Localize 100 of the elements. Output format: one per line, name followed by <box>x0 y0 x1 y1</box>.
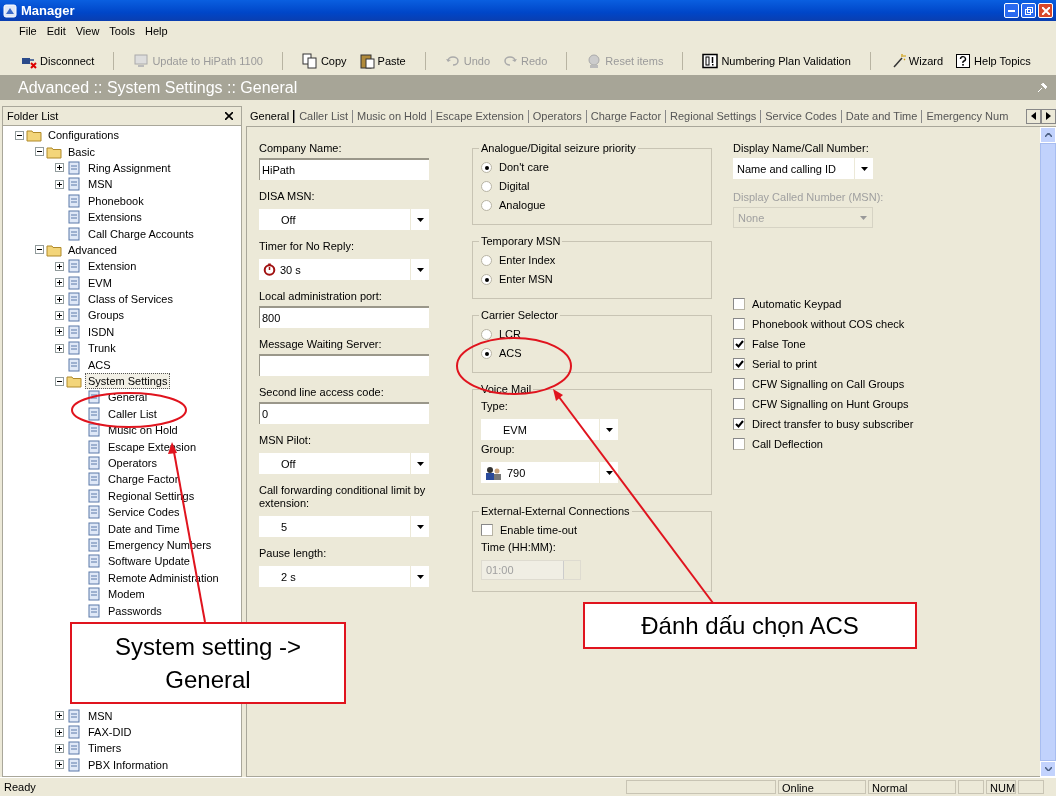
radio-button[interactable] <box>481 347 492 359</box>
tree-item[interactable]: MSN <box>85 176 116 193</box>
toolbar-button[interactable]: Paste <box>355 50 409 71</box>
tree-item[interactable]: Phonebook <box>85 192 147 209</box>
tree-item[interactable]: Operators <box>105 455 160 471</box>
menu-item[interactable]: Edit <box>45 25 67 37</box>
expand-icon[interactable] <box>55 327 64 337</box>
checkbox[interactable] <box>733 318 745 330</box>
text-field[interactable] <box>259 354 429 376</box>
tree-item[interactable]: Software Update <box>105 553 193 570</box>
dropdown[interactable]: 790 <box>481 462 618 483</box>
menu-item[interactable]: View <box>74 25 101 37</box>
close-button[interactable] <box>1038 3 1053 18</box>
radio-button[interactable] <box>481 328 492 340</box>
checkbox[interactable] <box>733 418 745 430</box>
expand-icon[interactable] <box>55 743 64 753</box>
expand-icon[interactable] <box>55 727 64 737</box>
toolbar-button[interactable]: Numbering Plan Validation <box>699 50 854 71</box>
text-field[interactable]: HiPath <box>259 158 429 180</box>
tab[interactable]: Charge Factor <box>585 109 666 123</box>
tree-item[interactable]: EVM <box>85 274 115 291</box>
tree-item[interactable]: Groups <box>85 307 128 324</box>
expand-icon[interactable] <box>55 278 64 288</box>
expand-icon[interactable] <box>55 179 64 189</box>
dropdown[interactable]: 5 <box>259 516 429 537</box>
scroll-left-button[interactable] <box>1026 108 1041 124</box>
tree-item[interactable]: Timers <box>85 740 125 757</box>
tree-item[interactable]: ACS <box>85 356 114 373</box>
tree-item[interactable]: Date and Time <box>105 520 183 537</box>
menu-item[interactable]: File <box>18 25 38 37</box>
tab[interactable]: Regional Settings <box>665 109 761 123</box>
tab[interactable]: Date and Time <box>840 109 922 123</box>
collapse-icon[interactable] <box>15 130 24 140</box>
expand-icon[interactable] <box>55 760 64 770</box>
tree-item[interactable]: Advanced <box>65 241 120 258</box>
minimize-button[interactable] <box>1004 3 1019 18</box>
tab[interactable]: Caller List <box>294 109 353 123</box>
tree-item[interactable]: Extension <box>85 258 140 275</box>
collapse-icon[interactable] <box>35 147 44 157</box>
tree-item[interactable]: Class of Services <box>85 291 176 308</box>
tree-item[interactable]: Ring Assignment <box>85 159 174 176</box>
tree-item[interactable]: Extensions <box>85 209 145 226</box>
tree-item[interactable]: FAX-DID <box>85 724 135 740</box>
expand-icon[interactable] <box>55 311 64 320</box>
tree-item[interactable]: Basic <box>65 143 98 160</box>
toolbar-button[interactable]: Wizard <box>886 50 947 71</box>
tree-item[interactable]: Charge Factor <box>105 471 182 488</box>
expand-icon[interactable] <box>55 343 64 353</box>
dropdown[interactable]: Name and calling ID <box>733 158 873 179</box>
tree-item[interactable]: ISDN <box>85 323 118 340</box>
radio-button[interactable] <box>481 180 492 192</box>
tab[interactable]: Operators <box>527 109 586 123</box>
tab[interactable]: General <box>246 109 295 123</box>
radio-button[interactable] <box>481 161 492 173</box>
scroll-right-button[interactable] <box>1041 108 1056 124</box>
dropdown[interactable]: 2 s <box>259 566 429 587</box>
radio-button[interactable] <box>481 254 492 266</box>
checkbox[interactable] <box>733 398 745 410</box>
tree-item[interactable]: Modem <box>105 586 148 603</box>
dropdown[interactable]: Off <box>259 209 429 230</box>
tab[interactable]: Music on Hold <box>352 109 431 123</box>
expand-icon[interactable] <box>55 294 64 304</box>
restore-button[interactable] <box>1021 3 1036 18</box>
toolbar-button[interactable]: Copy <box>298 50 350 71</box>
tree-item[interactable]: Configurations <box>45 127 122 144</box>
tree-item[interactable]: System Settings <box>85 373 171 390</box>
collapse-icon[interactable] <box>35 245 44 255</box>
expand-icon[interactable] <box>55 163 64 173</box>
tree-item[interactable]: Call Charge Accounts <box>85 225 197 242</box>
radio-button[interactable] <box>481 199 492 211</box>
checkbox[interactable] <box>733 338 745 350</box>
scrollbar[interactable] <box>1040 127 1056 777</box>
tree-item[interactable]: Passwords <box>105 602 165 619</box>
radio-button[interactable] <box>481 273 492 285</box>
menu-item[interactable]: Tools <box>108 25 137 37</box>
dropdown[interactable]: EVM <box>481 419 618 440</box>
tab[interactable]: Escape Extension <box>430 109 528 123</box>
tree-item[interactable]: Music on Hold <box>105 422 181 439</box>
expand-icon[interactable] <box>55 261 64 271</box>
tree-item[interactable]: Caller List <box>105 405 160 422</box>
menu-item[interactable]: Help <box>144 25 169 37</box>
dropdown[interactable]: 30 s <box>259 259 429 280</box>
checkbox[interactable] <box>481 524 493 536</box>
tab[interactable]: Service Codes <box>760 109 841 123</box>
tree-item[interactable]: Trunk <box>85 340 119 357</box>
tree-item[interactable]: MSN <box>85 707 116 724</box>
tree-item[interactable]: PBX Information <box>85 756 172 773</box>
toolbar-button[interactable]: Disconnect <box>18 50 98 71</box>
toolbar-button[interactable]: Help Topics <box>952 50 1034 71</box>
checkbox[interactable] <box>733 378 745 390</box>
checkbox[interactable] <box>733 438 745 450</box>
close-icon[interactable] <box>225 112 233 120</box>
checkbox[interactable] <box>733 358 745 370</box>
expand-icon[interactable] <box>55 711 64 721</box>
dropdown[interactable]: Off <box>259 453 429 474</box>
checkbox[interactable] <box>733 298 745 310</box>
text-field[interactable]: 800 <box>259 306 429 328</box>
tab[interactable]: Emergency Num <box>921 109 1013 123</box>
text-field[interactable]: 0 <box>259 402 429 424</box>
collapse-icon[interactable] <box>55 376 64 386</box>
